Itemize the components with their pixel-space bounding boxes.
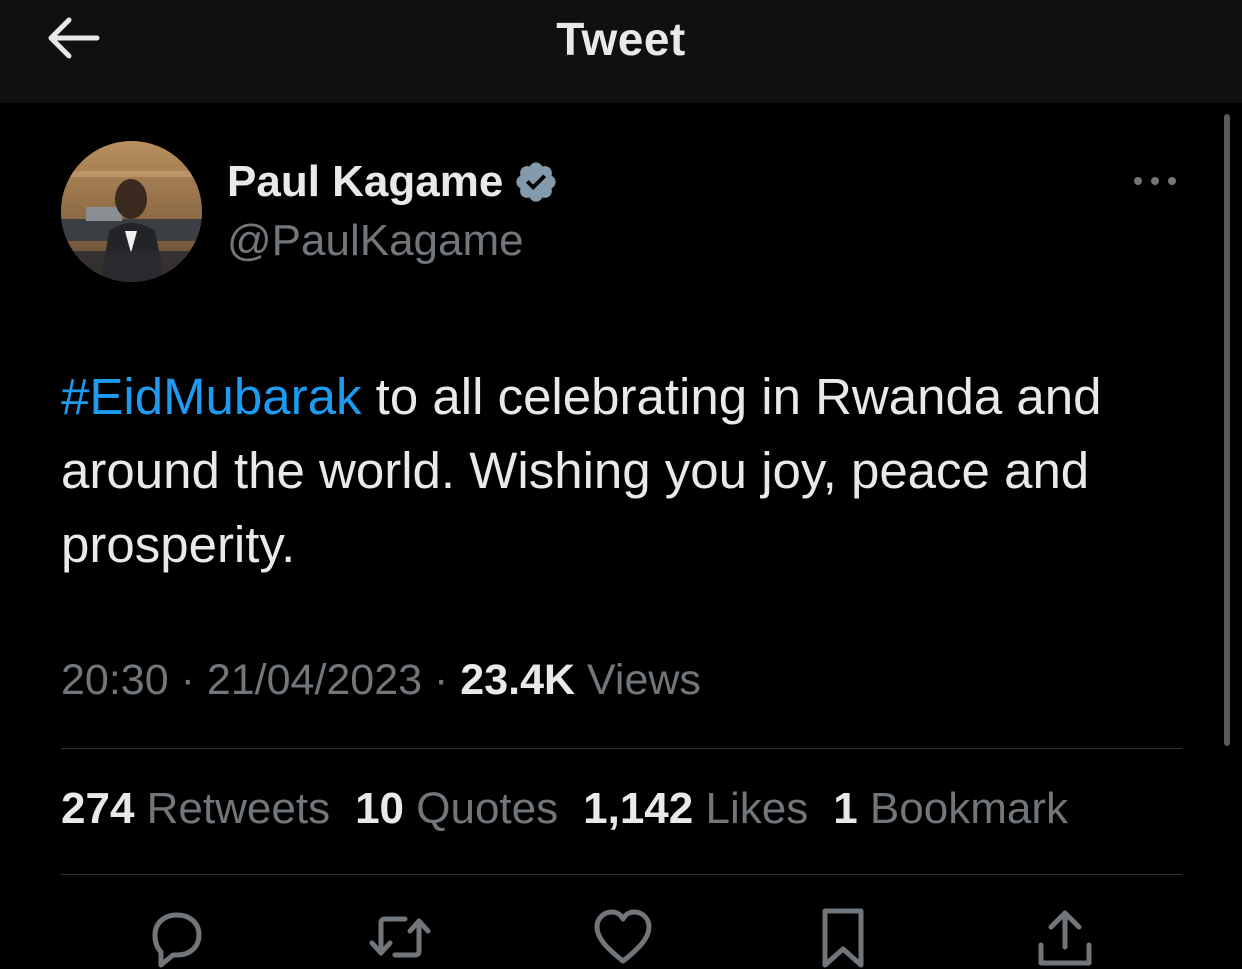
tweet-time[interactable]: 20:30	[61, 656, 169, 704]
verified-badge-icon	[513, 159, 559, 205]
divider	[61, 874, 1182, 875]
action-bar	[0, 905, 1242, 969]
views-label: Views	[587, 656, 701, 704]
avatar-image	[61, 141, 202, 282]
bookmarks-count: 1	[833, 784, 858, 833]
engagement-stats: 274 Retweets 10 Quotes 1,142 Likes 1 Boo…	[61, 784, 1093, 834]
views-count: 23.4K	[460, 656, 576, 704]
author-name[interactable]: Paul Kagame	[227, 157, 503, 207]
author-handle[interactable]: @PaulKagame	[227, 216, 524, 266]
divider	[61, 748, 1182, 749]
heart-icon	[594, 909, 652, 964]
share-icon	[1038, 910, 1092, 966]
retweet-icon	[369, 916, 431, 958]
likes-stat[interactable]: 1,142 Likes	[583, 784, 808, 834]
quotes-count: 10	[355, 784, 405, 833]
retweets-stat[interactable]: 274 Retweets	[61, 784, 330, 834]
separator: ·	[180, 656, 195, 704]
retweets-count: 274	[61, 784, 135, 833]
tweet-meta: 20:30 · 21/04/2023 · 23.4K Views	[61, 656, 701, 705]
author-name-row[interactable]: Paul Kagame	[227, 155, 559, 209]
like-button[interactable]	[588, 905, 658, 969]
bookmark-button[interactable]	[808, 905, 878, 969]
scrollbar[interactable]	[1224, 114, 1230, 746]
reply-button[interactable]	[142, 905, 212, 969]
bookmark-icon	[822, 908, 864, 968]
avatar[interactable]	[61, 141, 202, 282]
more-horizontal-icon	[1134, 177, 1176, 185]
tweet-date[interactable]: 21/04/2023	[207, 656, 422, 704]
reply-icon	[152, 912, 202, 968]
retweet-button[interactable]	[365, 905, 435, 969]
likes-label: Likes	[705, 784, 809, 833]
more-options-button[interactable]	[1128, 165, 1182, 197]
likes-count: 1,142	[583, 784, 694, 833]
separator: ·	[434, 656, 449, 704]
page-title: Tweet	[556, 13, 686, 65]
top-bar: Tweet	[0, 0, 1242, 103]
share-button[interactable]	[1030, 905, 1100, 969]
quotes-stat[interactable]: 10 Quotes	[355, 784, 558, 834]
tweet-text: #EidMubarak to all celebrating in Rwanda…	[61, 360, 1191, 582]
retweets-label: Retweets	[146, 784, 331, 833]
quotes-label: Quotes	[416, 784, 559, 833]
bookmarks-label: Bookmark	[869, 784, 1068, 833]
hashtag-link[interactable]: #EidMubarak	[61, 368, 362, 425]
tweet-detail-page: Tweet Paul Kagame @PaulKagame #EidMubara…	[0, 0, 1242, 969]
bookmarks-stat[interactable]: 1 Bookmark	[833, 784, 1068, 834]
